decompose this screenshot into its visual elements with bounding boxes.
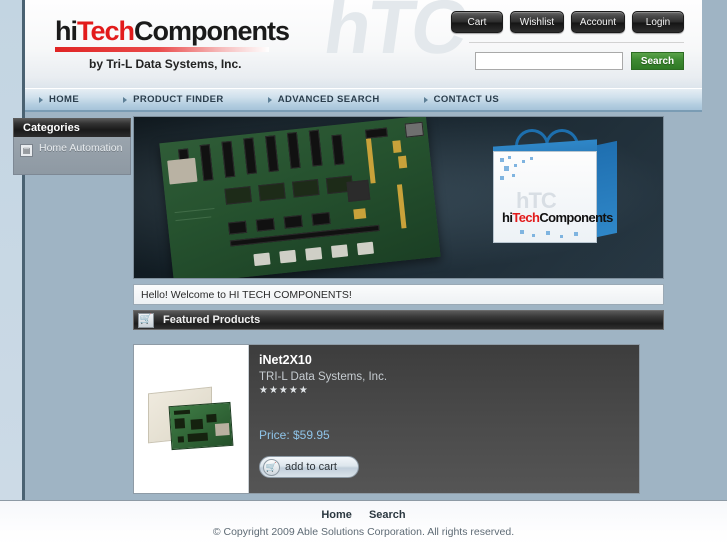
product-price: Price: $59.95 — [259, 428, 330, 442]
logo-tech: Tech — [77, 16, 135, 46]
page-root: hTC hiTechComponents by Tri-L Data Syste… — [0, 0, 727, 545]
product-name[interactable]: iNet2X10 — [259, 353, 639, 367]
add-to-cart-label: add to cart — [285, 461, 337, 473]
header-divider — [469, 42, 684, 43]
nav-item-advanced-search[interactable]: ADVANCED SEARCH — [258, 94, 392, 105]
header-button-group: Cart Wishlist Account Login — [451, 11, 684, 33]
site-header: hTC hiTechComponents by Tri-L Data Syste… — [25, 0, 702, 88]
logo-tagline: by Tri-L Data Systems, Inc. — [89, 57, 242, 71]
logo-components: Components — [134, 16, 290, 46]
sidebar-body: ▤ Home Automation — [13, 137, 131, 175]
main-navigation: HOME PRODUCT FINDER ADVANCED SEARCH CONT… — [25, 88, 702, 112]
footer-link-search[interactable]: Search — [369, 509, 406, 521]
chevron-right-icon — [267, 96, 272, 103]
shopping-bag-graphic: hTC hiTechComponents — [493, 129, 621, 243]
sidebar-item-label: Home Automation — [39, 142, 123, 154]
footer-link-home[interactable]: Home — [321, 509, 352, 521]
nav-item-label: CONTACT US — [433, 94, 500, 105]
sidebar-title: Categories — [13, 118, 131, 137]
product-details: iNet2X10 TRI-L Data Systems, Inc. ★★★★★ … — [249, 345, 639, 493]
nav-item-label: HOME — [49, 94, 80, 105]
bag-front: hTC hiTechComponents — [493, 151, 613, 243]
logo-underline — [55, 47, 269, 52]
add-to-cart-icon: 🛒 — [263, 458, 280, 476]
logo-text: hiTechComponents — [55, 16, 290, 46]
chevron-right-icon — [123, 96, 128, 103]
nav-item-home[interactable]: HOME — [25, 94, 91, 105]
welcome-message: Hello! Welcome to HI TECH COMPONENTS! — [133, 284, 664, 305]
search-button[interactable]: Search — [631, 52, 684, 70]
chevron-right-icon — [39, 96, 43, 103]
nav-item-label: PRODUCT FINDER — [133, 94, 224, 105]
product-card[interactable]: iNet2X10 TRI-L Data Systems, Inc. ★★★★★ … — [133, 344, 640, 494]
header-search: Search — [475, 52, 684, 70]
account-button[interactable]: Account — [571, 11, 625, 33]
site-footer: Home Search © Copyright 2009 Able Soluti… — [0, 500, 727, 545]
bag-logo-tech: Tech — [512, 210, 540, 225]
nav-item-label: ADVANCED SEARCH — [277, 94, 380, 105]
left-rail — [0, 0, 22, 500]
sidebar: Categories ▤ Home Automation — [13, 118, 131, 175]
content-shell: hTC hiTechComponents by Tri-L Data Syste… — [13, 0, 727, 500]
cart-button[interactable]: Cart — [451, 11, 503, 33]
add-to-cart-button[interactable]: 🛒 add to cart — [259, 456, 359, 478]
hero-banner: hTC hiTechComponents — [133, 116, 664, 279]
product-board — [168, 401, 234, 451]
main-content: hTC hiTechComponents Hello! Welcome to H… — [133, 116, 668, 494]
site-logo[interactable]: hiTechComponents by Tri-L Data Systems, … — [55, 16, 290, 71]
product-brand: TRI-L Data Systems, Inc. — [259, 371, 388, 383]
product-thumbnail — [148, 384, 234, 454]
featured-products-header: 🛒 Featured Products — [133, 310, 664, 330]
footer-links: Home Search — [0, 509, 727, 521]
login-button[interactable]: Login — [632, 11, 684, 33]
footer-copyright: © Copyright 2009 Able Solutions Corporat… — [212, 526, 515, 538]
search-input[interactable] — [475, 52, 623, 70]
bag-logo-hi: hi — [502, 210, 513, 225]
bag-logo-components: Components — [539, 210, 613, 225]
category-icon: ▤ — [20, 144, 33, 157]
product-image[interactable] — [134, 345, 249, 493]
nav-item-contact-us[interactable]: CONTACT US — [414, 94, 512, 105]
featured-products-title: Featured Products — [163, 314, 261, 326]
sidebar-item-home-automation[interactable]: ▤ Home Automation — [20, 143, 124, 157]
shopping-cart-icon: 🛒 — [138, 312, 154, 328]
wishlist-button[interactable]: Wishlist — [510, 11, 564, 33]
logo-hi: hi — [55, 16, 78, 46]
chevron-right-icon — [423, 96, 428, 103]
circuit-board-image — [159, 117, 441, 278]
nav-item-product-finder[interactable]: PRODUCT FINDER — [113, 94, 236, 105]
bag-logo: hiTechComponents — [502, 210, 613, 225]
product-rating: ★★★★★ — [259, 385, 309, 396]
header-watermark: hTC — [319, 0, 470, 70]
